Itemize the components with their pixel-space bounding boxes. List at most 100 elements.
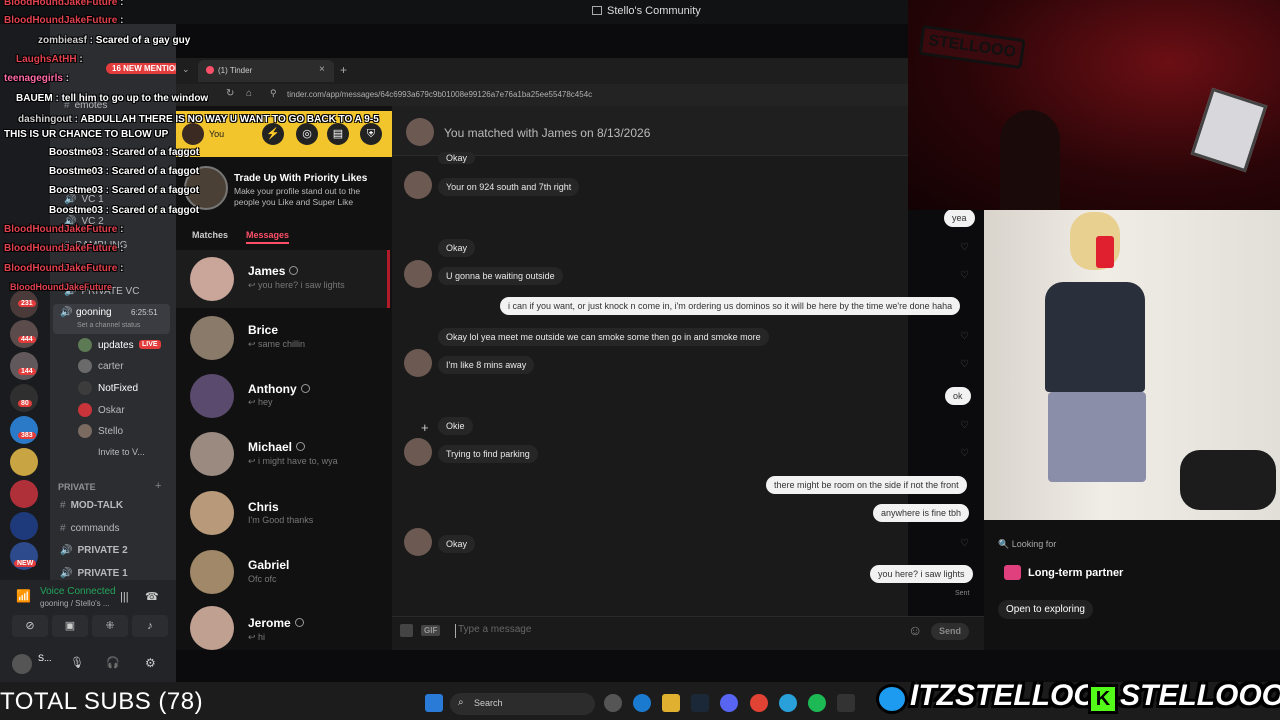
conversation-avatar xyxy=(190,432,234,476)
message-in: Trying to find parking xyxy=(438,445,538,463)
overlay-chat-line: BloodHoundJakeFuture : xyxy=(4,224,124,235)
obs-icon[interactable] xyxy=(604,694,622,712)
conversation-name[interactable]: James xyxy=(248,264,299,278)
voice-member[interactable]: updates xyxy=(98,340,134,351)
like-heart-icon[interactable]: ♡ xyxy=(960,420,971,431)
telegram-icon[interactable] xyxy=(779,694,797,712)
message-in: Your on 924 south and 7th right xyxy=(438,178,580,196)
epic-games-icon[interactable] xyxy=(837,694,855,712)
mic-icon[interactable]: 🎙 xyxy=(70,656,84,669)
headphones-icon[interactable]: 🎧 xyxy=(106,656,120,669)
soundboard-button[interactable]: ♪ xyxy=(132,615,168,637)
chrome-icon[interactable] xyxy=(750,694,768,712)
like-heart-icon[interactable]: ♡ xyxy=(960,242,971,253)
edge-icon[interactable] xyxy=(633,694,651,712)
heart-eyes-icon xyxy=(1004,565,1021,580)
overlay-chat-line: teenagegirls : xyxy=(4,73,70,84)
channel-mod-talk[interactable]: # MOD-TALK xyxy=(60,500,123,511)
sender-avatar xyxy=(404,260,432,288)
total-subs-overlay: TOTAL SUBS (78) xyxy=(0,688,204,715)
server-icon[interactable] xyxy=(10,320,38,348)
conversation-name[interactable]: Anthony xyxy=(248,382,310,396)
open-to-chip: Open to exploring xyxy=(998,600,1093,619)
windows-start-icon[interactable] xyxy=(425,694,443,712)
promo-title[interactable]: Trade Up With Priority Likes xyxy=(234,173,367,184)
sender-avatar xyxy=(404,349,432,377)
photo-shorts xyxy=(1048,392,1146,482)
voice-member[interactable]: Stello xyxy=(98,426,123,437)
server-icon[interactable] xyxy=(10,512,38,540)
server-icon[interactable] xyxy=(10,384,38,412)
voice-member[interactable]: Oskar xyxy=(98,405,125,416)
tab-list-icon[interactable]: ⌄ xyxy=(182,64,190,75)
search-label: Search xyxy=(474,698,503,708)
voice-member[interactable]: NotFixed xyxy=(98,383,138,394)
discord-icon[interactable] xyxy=(720,694,738,712)
like-heart-icon[interactable]: ♡ xyxy=(960,331,971,342)
channel-private-2[interactable]: 🔊 PRIVATE 2 xyxy=(60,545,128,556)
home-icon[interactable]: ⌂ xyxy=(246,88,252,99)
conversation-name[interactable]: Chris xyxy=(248,500,279,514)
close-tab-icon[interactable]: × xyxy=(319,64,325,75)
site-info-icon[interactable]: ⚲ xyxy=(270,88,277,99)
overlay-chat-line: BloodHoundJakeFuture : xyxy=(4,0,124,8)
gif-button[interactable]: GIF xyxy=(421,625,441,636)
overlay-chat-line: BloodHoundJakeFuture : xyxy=(4,15,124,26)
spotify-icon[interactable] xyxy=(808,694,826,712)
conversation-name[interactable]: Gabriel xyxy=(248,558,289,572)
channel-private-1[interactable]: 🔊 PRIVATE 1 xyxy=(60,568,128,579)
voice-connected-sub[interactable]: gooning / Stello's ... xyxy=(40,599,110,608)
url-text[interactable]: tinder.com/app/messages/64c6993a679c9b01… xyxy=(287,90,592,99)
search-box[interactable] xyxy=(450,693,595,715)
channel-commands[interactable]: # commands xyxy=(60,523,119,534)
like-heart-icon[interactable]: ♡ xyxy=(960,359,971,370)
camera-off-button[interactable]: ⊘ xyxy=(12,615,48,637)
sticker-icon[interactable] xyxy=(400,624,413,637)
invite-to-voice[interactable]: Invite to V... xyxy=(98,447,145,457)
voice-member[interactable]: carter xyxy=(98,361,124,372)
file-explorer-icon[interactable] xyxy=(662,694,680,712)
noise-icon[interactable]: ||| xyxy=(120,591,129,603)
avatar xyxy=(78,403,92,417)
server-icon[interactable] xyxy=(10,352,38,380)
conversation-preview: I'm Good thanks xyxy=(248,515,314,525)
server-icon[interactable] xyxy=(10,416,38,444)
like-heart-icon[interactable]: ♡ xyxy=(960,270,971,281)
conversation-name[interactable]: Brice xyxy=(248,323,278,337)
message-in: U gonna be waiting outside xyxy=(438,267,563,285)
server-icon[interactable] xyxy=(10,448,38,476)
conversation-name[interactable]: Jerome xyxy=(248,616,304,630)
message-out: yea xyxy=(944,209,975,227)
message-input[interactable]: Type a message xyxy=(455,624,895,638)
user-avatar[interactable] xyxy=(12,654,32,674)
tab-messages[interactable]: Messages xyxy=(246,230,290,244)
settings-gear-icon[interactable]: ⚙ xyxy=(145,656,156,670)
match-avatar[interactable] xyxy=(406,118,434,146)
conversation-avatar xyxy=(190,491,234,535)
sent-status: Sent xyxy=(955,590,970,597)
new-tab-icon[interactable]: + xyxy=(340,63,347,77)
disconnect-icon[interactable]: ☎ xyxy=(145,590,159,603)
server-icon[interactable] xyxy=(10,480,38,508)
steam-icon[interactable] xyxy=(691,694,709,712)
app-icon xyxy=(592,6,602,15)
speaker-icon: 🔊 xyxy=(60,307,73,318)
emoji-icon[interactable]: ☺ xyxy=(908,622,922,638)
avatar xyxy=(78,359,92,373)
like-heart-icon[interactable]: ♡ xyxy=(960,538,971,549)
conversation-name[interactable]: Michael xyxy=(248,440,306,454)
add-channel-icon[interactable]: + xyxy=(155,480,161,492)
send-button[interactable]: Send xyxy=(931,623,969,640)
conversation-avatar xyxy=(190,257,234,301)
overlay-chat-line: Boostme03 : Scared of a faggot xyxy=(49,205,200,216)
window-title: Stello's Community xyxy=(592,5,701,17)
screenshare-button[interactable]: ▣ xyxy=(52,615,88,637)
sender-avatar xyxy=(404,528,432,556)
reload-icon[interactable]: ↻ xyxy=(226,88,234,99)
verified-icon xyxy=(289,266,299,275)
channel-status[interactable]: Set a channel status xyxy=(77,322,140,329)
private-category[interactable]: PRIVATE xyxy=(58,482,96,492)
like-heart-icon[interactable]: ♡ xyxy=(960,448,971,459)
tab-matches[interactable]: Matches xyxy=(192,230,228,240)
activities-button[interactable]: ⁜ xyxy=(92,615,128,637)
